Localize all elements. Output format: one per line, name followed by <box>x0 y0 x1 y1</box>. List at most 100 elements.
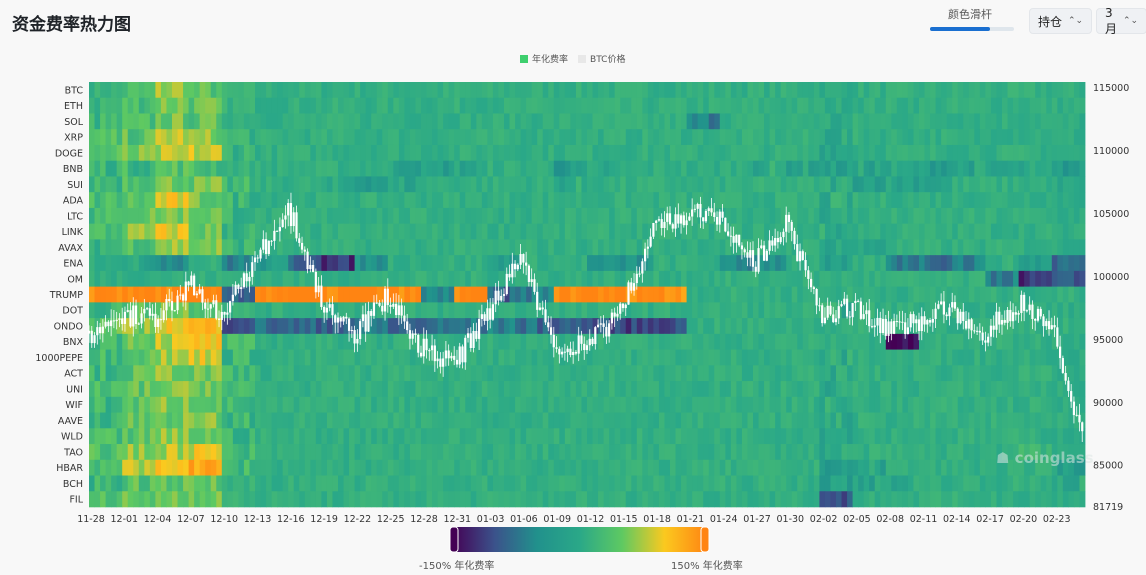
heatmap-cell[interactable] <box>559 286 566 303</box>
heatmap-cell[interactable] <box>288 129 295 146</box>
heatmap-cell[interactable] <box>719 318 726 335</box>
heatmap-cell[interactable] <box>365 192 372 209</box>
heatmap-cell[interactable] <box>614 333 621 350</box>
heatmap-cell[interactable] <box>758 223 765 240</box>
heatmap-cell[interactable] <box>481 270 488 287</box>
heatmap-cell[interactable] <box>1007 396 1014 413</box>
heatmap-cell[interactable] <box>255 349 261 366</box>
heatmap-cell[interactable] <box>537 82 544 99</box>
heatmap-cell[interactable] <box>376 459 383 476</box>
heatmap-cell[interactable] <box>111 381 118 398</box>
heatmap-cell[interactable] <box>979 192 986 209</box>
heatmap-cell[interactable] <box>183 381 189 398</box>
heatmap-cell[interactable] <box>376 381 383 398</box>
heatmap-cell[interactable] <box>913 239 920 256</box>
heatmap-cell[interactable] <box>880 459 887 476</box>
heatmap-cell[interactable] <box>100 412 106 429</box>
heatmap-cell[interactable] <box>587 475 593 492</box>
heatmap-cell[interactable] <box>371 239 378 256</box>
heatmap-cell[interactable] <box>172 176 178 193</box>
heatmap-cell[interactable] <box>625 82 632 99</box>
heatmap-cell[interactable] <box>719 113 726 130</box>
heatmap-cell[interactable] <box>963 286 970 303</box>
heatmap-cell[interactable] <box>133 129 140 146</box>
heatmap-cell[interactable] <box>553 239 560 256</box>
heatmap-cell[interactable] <box>647 318 654 335</box>
heatmap-cell[interactable] <box>974 349 981 366</box>
heatmap-cell[interactable] <box>205 349 212 366</box>
heatmap-cell[interactable] <box>686 475 693 492</box>
heatmap-cell[interactable] <box>902 255 909 272</box>
heatmap-cell[interactable] <box>465 207 472 224</box>
heatmap-cell[interactable] <box>199 144 206 162</box>
heatmap-cell[interactable] <box>996 239 1003 256</box>
heatmap-cell[interactable] <box>360 207 367 224</box>
heatmap-cell[interactable] <box>869 270 876 287</box>
heatmap-cell[interactable] <box>304 129 311 146</box>
heatmap-cell[interactable] <box>160 491 167 508</box>
heatmap-cell[interactable] <box>338 82 344 99</box>
heatmap-cell[interactable] <box>310 459 317 476</box>
heatmap-cell[interactable] <box>249 459 256 476</box>
heatmap-cell[interactable] <box>730 255 737 272</box>
heatmap-cell[interactable] <box>863 381 870 398</box>
heatmap-cell[interactable] <box>631 302 638 319</box>
heatmap-cell[interactable] <box>930 444 936 461</box>
heatmap-cell[interactable] <box>692 97 699 114</box>
heatmap-cell[interactable] <box>575 176 582 193</box>
heatmap-cell[interactable] <box>210 82 217 99</box>
heatmap-cell[interactable] <box>1007 207 1014 224</box>
heatmap-cell[interactable] <box>692 302 699 319</box>
heatmap-cell[interactable] <box>824 444 831 461</box>
heatmap-cell[interactable] <box>238 82 245 99</box>
heatmap-cell[interactable] <box>919 129 925 146</box>
heatmap-cell[interactable] <box>813 239 820 256</box>
heatmap-cell[interactable] <box>996 412 1003 429</box>
heatmap-cell[interactable] <box>100 444 106 461</box>
heatmap-cell[interactable] <box>686 286 693 303</box>
heatmap-cell[interactable] <box>708 475 715 492</box>
heatmap-cell[interactable] <box>813 113 820 130</box>
heatmap-cell[interactable] <box>481 365 488 382</box>
heatmap-cell[interactable] <box>753 192 759 209</box>
heatmap-cell[interactable] <box>559 365 566 382</box>
heatmap-cell[interactable] <box>697 318 704 335</box>
heatmap-cell[interactable] <box>747 223 754 240</box>
heatmap-cell[interactable] <box>913 444 920 461</box>
heatmap-cell[interactable] <box>885 113 892 130</box>
heatmap-cell[interactable] <box>282 318 289 335</box>
heatmap-cell[interactable] <box>183 365 189 382</box>
heatmap-cell[interactable] <box>625 144 632 162</box>
heatmap-cell[interactable] <box>343 239 350 256</box>
heatmap-cell[interactable] <box>775 82 782 99</box>
heatmap-cell[interactable] <box>747 349 754 366</box>
heatmap-cell[interactable] <box>232 333 239 350</box>
heatmap-cell[interactable] <box>963 428 970 445</box>
heatmap-cell[interactable] <box>437 239 444 256</box>
btc-price-candle[interactable] <box>87 330 91 334</box>
heatmap-cell[interactable] <box>205 144 212 162</box>
heatmap-cell[interactable] <box>155 444 162 461</box>
heatmap-cell[interactable] <box>409 459 416 476</box>
heatmap-cell[interactable] <box>277 428 284 445</box>
heatmap-cell[interactable] <box>133 365 140 382</box>
heatmap-cell[interactable] <box>332 459 339 476</box>
heatmap-cell[interactable] <box>459 255 466 272</box>
heatmap-cell[interactable] <box>968 160 975 177</box>
heatmap-cell[interactable] <box>941 207 948 224</box>
heatmap-cell[interactable] <box>553 207 560 224</box>
heatmap-cell[interactable] <box>188 412 195 429</box>
heatmap-cell[interactable] <box>515 223 521 240</box>
heatmap-cell[interactable] <box>266 475 272 492</box>
heatmap-cell[interactable] <box>210 160 217 177</box>
heatmap-cell[interactable] <box>786 160 793 177</box>
heatmap-cell[interactable] <box>326 444 333 461</box>
heatmap-cell[interactable] <box>243 113 250 130</box>
heatmap-cell[interactable] <box>459 223 466 240</box>
heatmap-cell[interactable] <box>144 318 151 335</box>
heatmap-cell[interactable] <box>321 396 328 413</box>
heatmap-cell[interactable] <box>122 286 129 303</box>
heatmap-cell[interactable] <box>924 255 931 272</box>
heatmap-cell[interactable] <box>863 270 870 287</box>
heatmap-cell[interactable] <box>802 207 809 224</box>
